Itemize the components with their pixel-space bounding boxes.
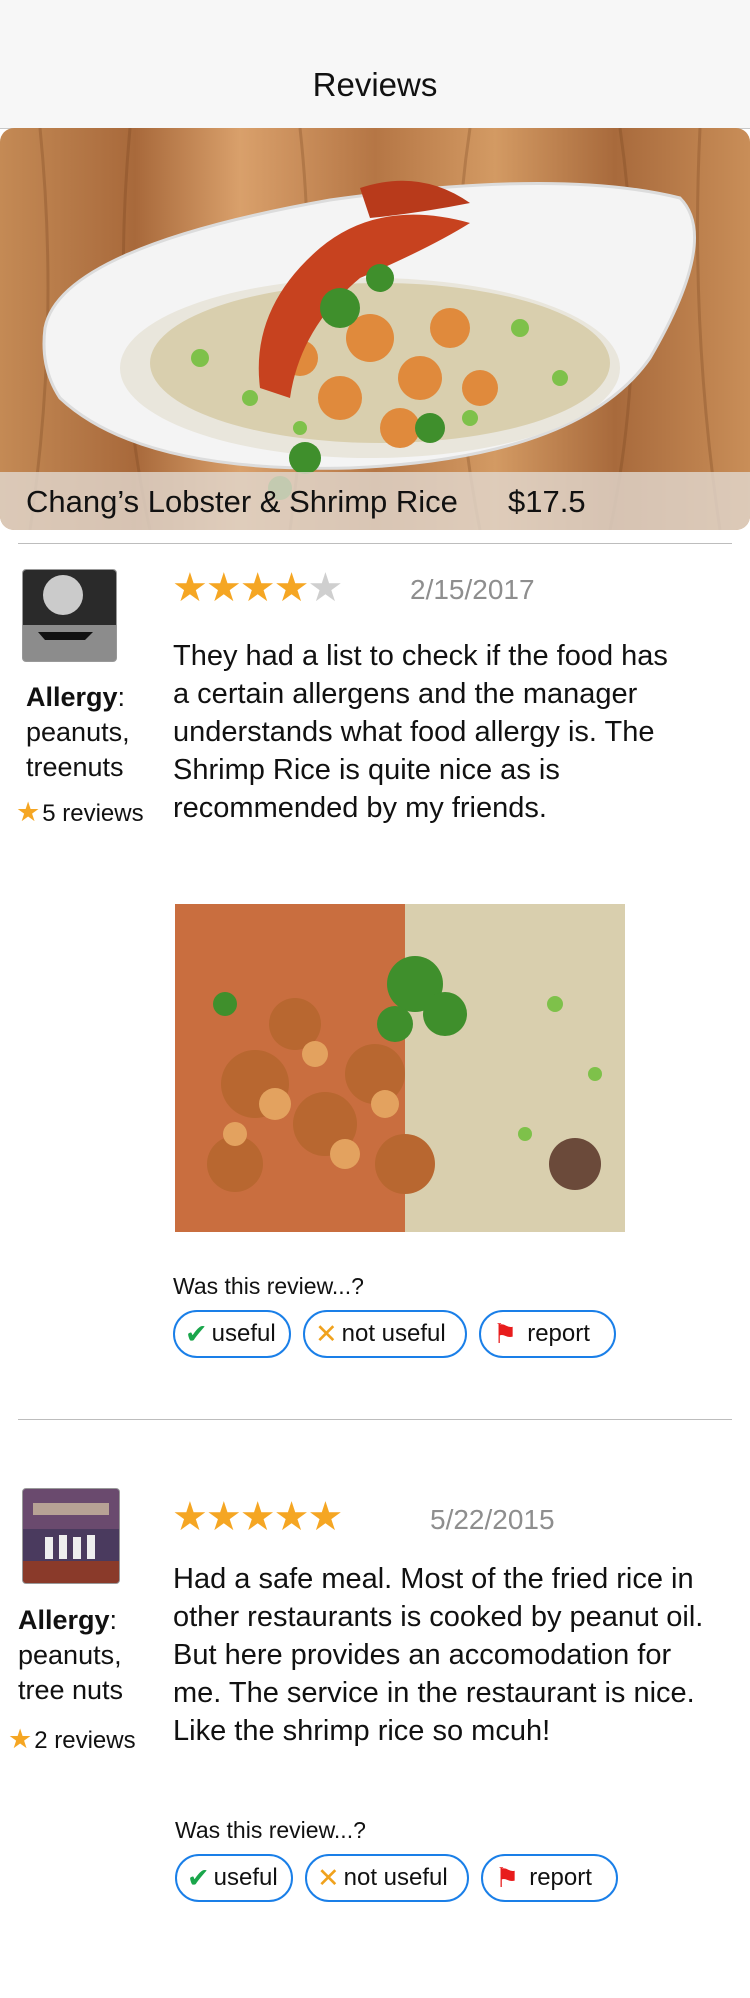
not-useful-button[interactable]: ✕ not useful [303, 1310, 467, 1358]
reviewer-avatar[interactable] [22, 569, 117, 662]
star-icon: ★ [205, 566, 242, 610]
star-icon: ★ [273, 1495, 310, 1539]
page-title: Reviews [312, 66, 438, 103]
review-text: They had a list to check if the food has… [173, 640, 668, 824]
reviewer-review-count[interactable]: ★2 reviews [8, 1724, 136, 1755]
star-icon: ★ [239, 1495, 276, 1539]
review-date: 5/22/2015 [430, 1504, 555, 1535]
allergy-item: peanuts, [18, 1640, 122, 1670]
dish-price: $17.5 [508, 484, 586, 519]
reviewer-avatar[interactable] [22, 1488, 120, 1584]
star-icon: ★ [205, 1495, 242, 1539]
reviewer-allergy-info: Allergy: peanuts, treenuts [26, 680, 156, 785]
report-button-label: report [529, 1864, 592, 1891]
dish-hero-image: Chang’s Lobster & Shrimp Rice $17.5 [0, 128, 750, 530]
avatar-photo [23, 570, 116, 661]
not-useful-button[interactable]: ✕ not useful [305, 1854, 469, 1902]
useful-button-label: useful [211, 1320, 276, 1347]
avatar-photo [23, 1489, 119, 1583]
star-icon: ★ [8, 1724, 33, 1754]
star-icon: ★ [172, 566, 208, 610]
rating-stars: ★★★★★ [172, 1495, 343, 1539]
review-date: 2/15/2017 [410, 574, 535, 605]
star-icon: ★ [16, 797, 41, 827]
allergy-item: peanuts, [26, 717, 130, 747]
report-button[interactable]: ⚑ report [479, 1310, 616, 1358]
feedback-question: Was this review...? [173, 1273, 364, 1299]
review-count-label: 2 reviews [34, 1727, 136, 1754]
star-icon: ★ [273, 566, 310, 610]
dish-name: Chang’s Lobster & Shrimp Rice [26, 484, 458, 519]
review-count-label: 5 reviews [42, 800, 144, 827]
x-mark-icon: ✕ [315, 1318, 338, 1349]
feedback-question: Was this review...? [175, 1817, 366, 1843]
checkmark-icon: ✔ [187, 1862, 210, 1893]
review-text: Had a safe meal. Most of the fried rice … [173, 1563, 704, 1747]
review-photo[interactable] [175, 904, 625, 1232]
review-photo-image [175, 904, 625, 1232]
not-useful-button-label: not useful [343, 1864, 448, 1891]
rating-stars: ★★★★★ [172, 566, 343, 610]
red-flag-icon: ⚑ [493, 1318, 518, 1349]
checkmark-icon: ✔ [185, 1318, 208, 1349]
allergy-item: tree nuts [18, 1675, 124, 1705]
reviewer-allergy-info: Allergy: peanuts, tree nuts [18, 1603, 148, 1708]
not-useful-button-label: not useful [341, 1320, 446, 1347]
star-icon: ★ [172, 1495, 208, 1539]
reviewer-review-count[interactable]: ★5 reviews [16, 797, 144, 828]
dish-illustration [28, 128, 722, 530]
allergy-label: Allergy [18, 1605, 110, 1635]
star-empty-icon: ★ [307, 566, 343, 610]
x-mark-icon: ✕ [317, 1862, 340, 1893]
divider [18, 543, 732, 544]
allergy-label: Allergy [26, 682, 118, 712]
divider [18, 1419, 732, 1420]
star-icon: ★ [239, 566, 276, 610]
useful-button[interactable]: ✔ useful [175, 1854, 293, 1902]
report-button[interactable]: ⚑ report [481, 1854, 618, 1902]
red-flag-icon: ⚑ [495, 1862, 520, 1893]
dish-caption-bar: Chang’s Lobster & Shrimp Rice $17.5 [0, 472, 750, 530]
report-button-label: report [527, 1320, 590, 1347]
useful-button-label: useful [213, 1864, 278, 1891]
star-icon: ★ [307, 1495, 343, 1539]
useful-button[interactable]: ✔ useful [173, 1310, 291, 1358]
allergy-item: treenuts [26, 752, 124, 782]
navigation-bar: Reviews [0, 0, 750, 129]
